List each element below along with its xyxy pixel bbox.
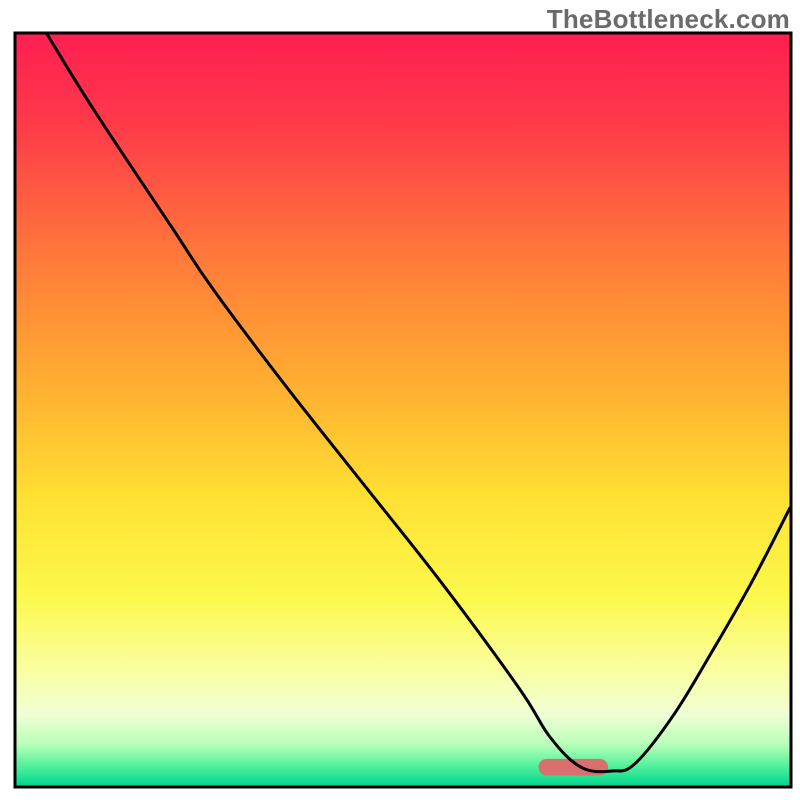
- bottleneck-chart: TheBottleneck.com: [0, 0, 800, 800]
- plot-svg: [0, 0, 800, 800]
- watermark-text: TheBottleneck.com: [547, 4, 790, 35]
- plot-background: [16, 34, 790, 786]
- plot-area: [15, 33, 791, 787]
